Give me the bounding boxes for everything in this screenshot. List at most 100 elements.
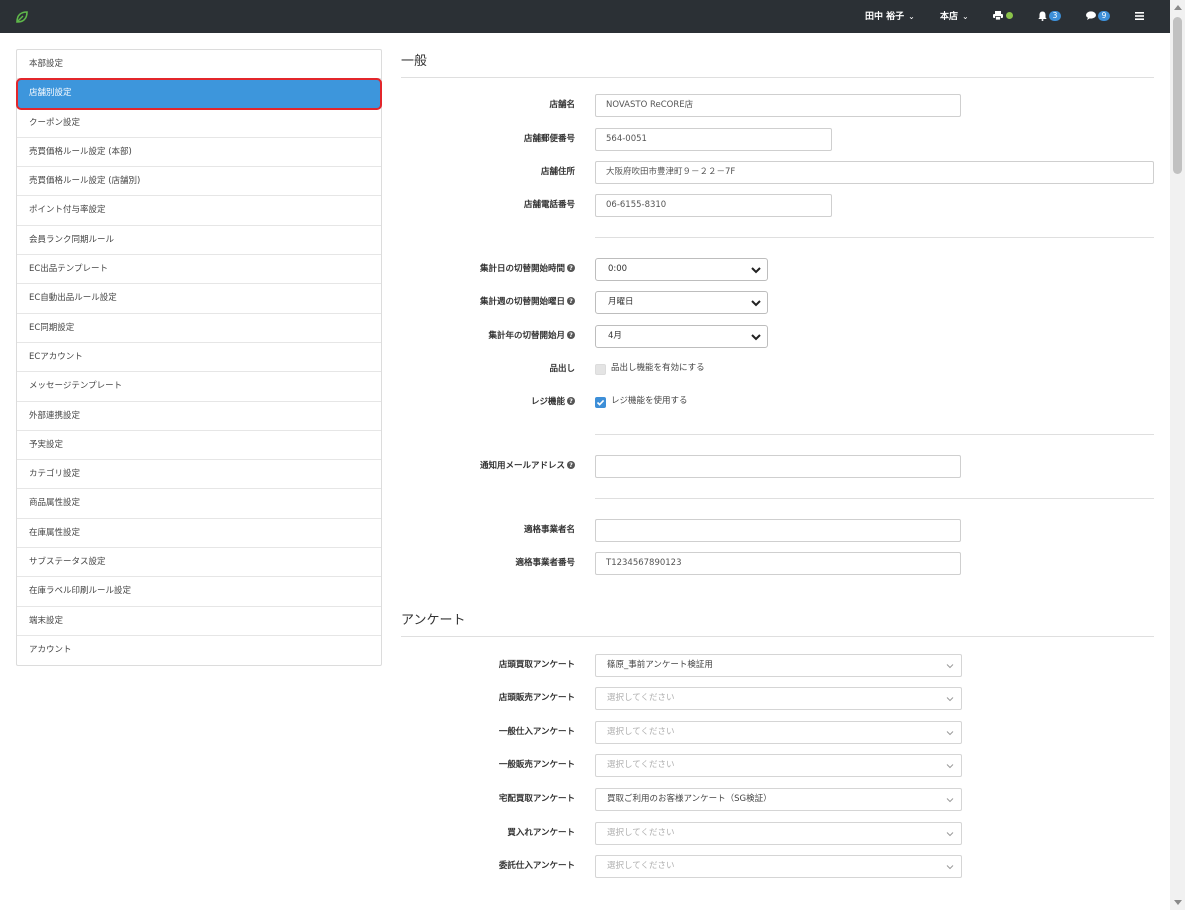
form-row-phone: 店舗電話番号 06-6155-8310 [401,194,1154,217]
address-input[interactable]: 大阪府吹田市豊津町９－２２－7F [595,161,1154,184]
field-label: 一般販売アンケート [498,760,575,770]
form-row-survey-general-sell: 一般販売アンケート 選択してください [401,754,1154,777]
survey-intake-select[interactable]: 選択してください [595,822,962,845]
form-row-survey-general-purchase: 一般仕入アンケート 選択してください [401,721,1154,744]
survey-general-sell-select[interactable]: 選択してください [595,754,962,777]
week-switch-select[interactable]: 月曜日 [595,291,768,314]
sidebar-item-external[interactable]: 外部連携設定 [17,402,381,431]
chevron-down-icon [946,798,954,803]
store-menu[interactable]: 本店 ⌄ [940,0,969,33]
form-row-survey-intake: 買入れアンケート 選択してください [401,822,1154,845]
sidebar-item-ec-template[interactable]: EC出品テンプレート [17,255,381,285]
notifications-button[interactable]: 3 [1038,0,1061,33]
sidebar-item-label: ポイント付与率設定 [29,205,106,216]
register-checkbox-label[interactable]: レジ機能を使用する [611,391,688,414]
check-icon [596,399,605,406]
chevron-down-icon [946,832,954,837]
form-row-survey-consignment: 委託仕入アンケート 選択してください [401,855,1154,878]
messages-button[interactable]: 9 [1086,0,1110,33]
form-row-display: 品出し 品出し機能を有効にする [401,358,1154,381]
year-switch-select[interactable]: 4月 [595,325,768,348]
field-label: 一般仕入アンケート [498,727,575,737]
select-placeholder: 選択してください [607,693,675,703]
invoice-number-input[interactable]: T1234567890123 [595,552,961,575]
sidebar-item-label: 商品属性設定 [29,498,81,509]
sidebar-item-stock-attr[interactable]: 在庫属性設定 [17,519,381,549]
settings-sidebar: 本部設定 店舗別設定 クーポン設定 売買価格ルール設定 (本部) 売買価格ルール… [16,49,382,667]
section-title-general: 一般 [401,49,1154,78]
status-dot [1006,12,1013,19]
sidebar-item-message-template[interactable]: メッセージテンプレート [17,372,381,402]
printer-status[interactable] [993,0,1013,33]
notify-email-input[interactable] [595,455,961,478]
chevron-down-icon: ⌄ [962,12,969,21]
store-name: 本店 [940,12,959,22]
sidebar-item-store-settings[interactable]: 店舗別設定 [16,78,382,110]
sidebar-item-price-rule-hq[interactable]: 売買価格ルール設定 (本部) [17,138,381,168]
sidebar-item-point-rate[interactable]: ポイント付与率設定 [17,196,381,226]
sidebar-item-hq-settings[interactable]: 本部設定 [17,50,381,80]
sidebar-item-label-print[interactable]: 在庫ラベル印刷ルール設定 [17,577,381,607]
field-label: 店頭販売アンケート [498,693,575,703]
sidebar-item-label: 外部連携設定 [29,410,81,421]
scroll-down-arrow-icon[interactable] [1174,900,1182,905]
select-value: 0:00 [608,264,628,274]
sidebar-item-ec-account[interactable]: ECアカウント [17,343,381,373]
menu-icon [1135,11,1144,20]
field-label: レジ機能? [531,391,575,414]
divider [595,434,1154,435]
sidebar-item-product-attr[interactable]: 商品属性設定 [17,489,381,519]
leaf-logo-icon[interactable] [14,9,30,25]
page-scrollbar[interactable] [1170,0,1185,910]
section-title-survey: アンケート [401,608,1154,637]
sidebar-item-price-rule-store[interactable]: 売買価格ルール設定 (店舗別) [17,167,381,197]
sidebar-item-label: 端末設定 [29,615,64,626]
phone-input[interactable]: 06-6155-8310 [595,194,832,217]
field-label-text: レジ機能 [530,397,565,407]
chevron-down-icon: ⌄ [908,12,915,21]
divider [595,498,1154,499]
help-icon[interactable]: ? [567,396,575,405]
sidebar-item-label: 在庫属性設定 [29,527,81,538]
display-checkbox[interactable] [595,364,606,375]
field-label: 店頭買取アンケート [498,660,575,670]
sidebar-item-label: クーポン設定 [29,117,81,128]
scroll-thumb[interactable] [1173,17,1182,174]
survey-store-sell-select[interactable]: 選択してください [595,687,962,710]
help-icon[interactable]: ? [567,296,575,305]
chat-icon [1086,11,1096,20]
sidebar-item-member-rank[interactable]: 会員ランク同期ルール [17,226,381,256]
form-row-survey-delivery-buy: 宅配買取アンケート 買取ご利用のお客様アンケート（SG検証） [401,788,1154,811]
sidebar-item-account[interactable]: アカウント [17,636,381,665]
field-label: 買入れアンケート [507,828,575,838]
scroll-up-arrow-icon[interactable] [1174,5,1182,10]
sidebar-item-label: EC自動出品ルール設定 [29,293,117,304]
sidebar-item-terminal[interactable]: 端末設定 [17,607,381,636]
postal-code-input[interactable]: 564-0051 [595,128,832,151]
sidebar-item-category[interactable]: カテゴリ設定 [17,460,381,490]
sidebar-item-label: ECアカウント [29,351,83,362]
hamburger-menu-button[interactable] [1135,0,1144,33]
help-icon[interactable]: ? [567,330,575,339]
sidebar-item-label: サブステータス設定 [29,557,106,568]
sidebar-item-label: アカウント [29,644,72,655]
sidebar-item-coupon[interactable]: クーポン設定 [17,109,381,138]
survey-general-purchase-select[interactable]: 選択してください [595,721,962,744]
survey-consignment-select[interactable]: 選択してください [595,855,962,878]
help-icon[interactable]: ? [567,460,575,469]
help-icon[interactable]: ? [567,263,575,272]
sidebar-item-budget[interactable]: 予実設定 [17,431,381,461]
register-checkbox[interactable] [595,397,606,408]
sidebar-item-substatus[interactable]: サブステータス設定 [17,548,381,578]
day-switch-select[interactable]: 0:00 [595,258,768,281]
display-checkbox-label[interactable]: 品出し機能を有効にする [611,358,705,381]
sidebar-item-ec-auto-listing[interactable]: EC自動出品ルール設定 [17,284,381,314]
invoice-name-input[interactable] [595,519,961,542]
sidebar-item-ec-sync[interactable]: EC同期設定 [17,314,381,343]
user-menu[interactable]: 田中 裕子 ⌄ [865,0,915,33]
select-placeholder: 選択してください [607,828,675,838]
survey-store-buy-select[interactable]: 篠原_事前アンケート検証用 [595,654,962,677]
survey-delivery-buy-select[interactable]: 買取ご利用のお客様アンケート（SG検証） [595,788,962,811]
store-name-input[interactable]: NOVASTO ReCORE店 [595,94,961,117]
form-row-register: レジ機能? レジ機能を使用する [401,391,1154,414]
